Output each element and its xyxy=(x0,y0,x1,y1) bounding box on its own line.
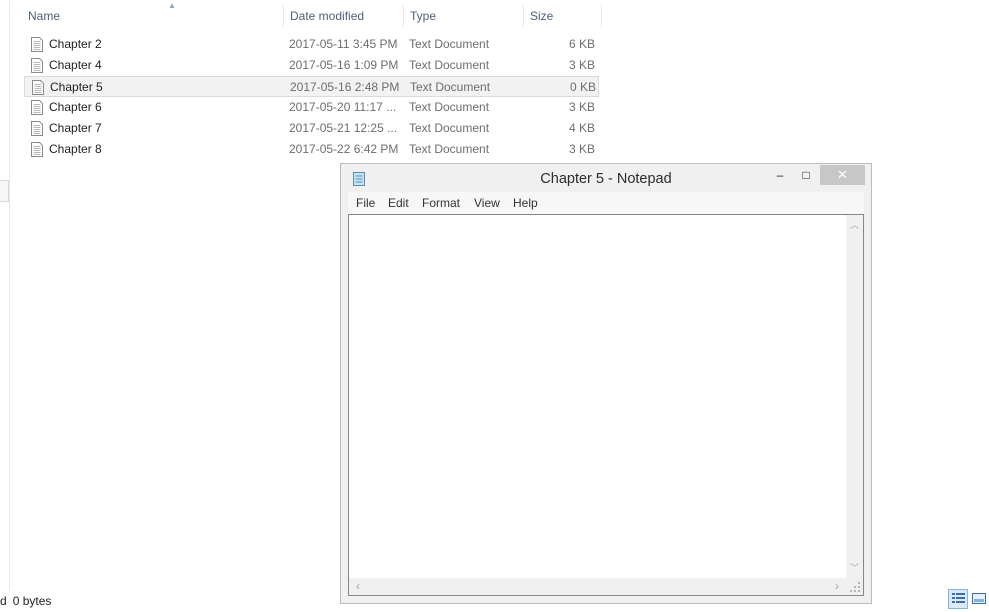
text-document-icon xyxy=(31,100,43,115)
file-row[interactable]: Chapter 4 2017-05-16 1:09 PM Text Document… xyxy=(24,55,599,76)
menu-view[interactable]: View xyxy=(474,192,500,214)
file-size: 6 KB xyxy=(568,37,595,51)
text-document-icon xyxy=(31,37,43,52)
menu-file[interactable]: File xyxy=(356,192,375,214)
menu-help[interactable]: Help xyxy=(513,192,538,214)
text-editor-area: ︿ ﹀ ‹ › xyxy=(348,214,864,596)
column-header-name-label: Name xyxy=(28,9,61,23)
resize-grip[interactable] xyxy=(846,578,863,595)
file-name: Chapter 8 xyxy=(49,142,102,156)
large-icons-view-icon xyxy=(972,593,986,604)
file-date-modified: 2017-05-20 11:17 ... xyxy=(289,100,397,114)
text-document-icon xyxy=(31,121,43,136)
navigation-pane-collapse-handle[interactable] xyxy=(0,180,9,202)
column-header-size-label: Size xyxy=(530,9,554,23)
file-type: Text Document xyxy=(409,121,490,135)
file-size: 3 KB xyxy=(568,58,595,72)
minimize-icon: – xyxy=(776,168,784,182)
notepad-title-bar[interactable]: Chapter 5 - Notepad – □ ✕ xyxy=(341,164,871,192)
file-name: Chapter 6 xyxy=(49,100,102,114)
text-document-icon xyxy=(31,142,43,157)
document-text-input[interactable] xyxy=(349,215,846,578)
menu-edit[interactable]: Edit xyxy=(388,192,409,214)
details-view-icon xyxy=(952,593,965,603)
file-date-modified: 2017-05-16 2:48 PM xyxy=(290,80,400,94)
vertical-scrollbar[interactable]: ︿ ﹀ xyxy=(846,215,863,578)
file-name: Chapter 2 xyxy=(49,37,102,51)
file-date-modified: 2017-05-21 12:25 ... xyxy=(289,121,398,135)
file-size: 3 KB xyxy=(568,142,595,156)
maximize-button[interactable]: □ xyxy=(793,165,819,185)
column-header-row: Name ▲ Date modified Type Size xyxy=(22,1,602,27)
file-type: Text Document xyxy=(409,142,490,156)
scroll-left-arrow-icon[interactable]: ‹ xyxy=(353,580,363,592)
column-header-date[interactable]: Date modified xyxy=(283,5,403,27)
sort-ascending-icon: ▲ xyxy=(168,1,176,10)
file-type: Text Document xyxy=(410,80,491,94)
text-document-icon xyxy=(32,80,44,95)
navigation-pane-edge xyxy=(0,0,10,590)
file-type: Text Document xyxy=(409,37,490,51)
file-row[interactable]: Chapter 8 2017-05-22 6:42 PM Text Document… xyxy=(24,139,599,160)
text-document-icon xyxy=(31,58,43,73)
file-date-modified: 2017-05-11 3:45 PM xyxy=(289,37,398,51)
file-type: Text Document xyxy=(409,100,490,114)
file-row[interactable]: Chapter 6 2017-05-20 11:17 ... Text Docume… xyxy=(24,97,599,118)
maximize-icon: □ xyxy=(802,168,810,182)
resize-grip-icon xyxy=(850,582,860,592)
file-date-modified: 2017-05-22 6:42 PM xyxy=(289,142,399,156)
minimize-button[interactable]: – xyxy=(767,165,793,185)
column-header-size[interactable]: Size xyxy=(523,5,602,27)
file-type: Text Document xyxy=(409,58,490,72)
file-name: Chapter 7 xyxy=(49,121,102,135)
column-header-type[interactable]: Type xyxy=(403,5,523,27)
file-name: Chapter 4 xyxy=(49,58,102,72)
menu-bar: File Edit Format View Help xyxy=(348,192,864,215)
scroll-down-arrow-icon[interactable]: ﹀ xyxy=(849,563,860,573)
column-header-name[interactable]: Name xyxy=(22,5,283,27)
file-row[interactable]: Chapter 2 2017-05-11 3:45 PM Text Document… xyxy=(24,34,599,55)
details-view-button[interactable] xyxy=(948,589,968,609)
file-row[interactable]: Chapter 7 2017-05-21 12:25 ... Text Docume… xyxy=(24,118,599,139)
file-name: Chapter 5 xyxy=(50,80,103,94)
horizontal-scrollbar[interactable]: ‹ › xyxy=(349,578,846,595)
notepad-window: Chapter 5 - Notepad – □ ✕ File Edit Form… xyxy=(340,163,872,604)
status-item-count-fragment: d xyxy=(0,594,7,608)
scroll-up-arrow-icon[interactable]: ︿ xyxy=(849,220,860,230)
large-icons-view-button[interactable] xyxy=(970,589,989,609)
close-button[interactable]: ✕ xyxy=(820,165,865,185)
file-size: 0 KB xyxy=(569,80,596,94)
scroll-right-arrow-icon[interactable]: › xyxy=(832,580,842,592)
file-row[interactable]: Chapter 5 2017-05-16 2:48 PM Text Document… xyxy=(24,76,599,97)
status-bar: d 0 bytes xyxy=(0,592,51,610)
status-selection-size: 0 bytes xyxy=(12,594,52,608)
close-icon: ✕ xyxy=(837,167,848,182)
file-size: 3 KB xyxy=(568,100,595,114)
file-date-modified: 2017-05-16 1:09 PM xyxy=(289,58,399,72)
column-header-date-label: Date modified xyxy=(290,9,365,23)
menu-format[interactable]: Format xyxy=(422,192,460,214)
column-header-type-label: Type xyxy=(410,9,437,23)
file-size: 4 KB xyxy=(568,121,595,135)
